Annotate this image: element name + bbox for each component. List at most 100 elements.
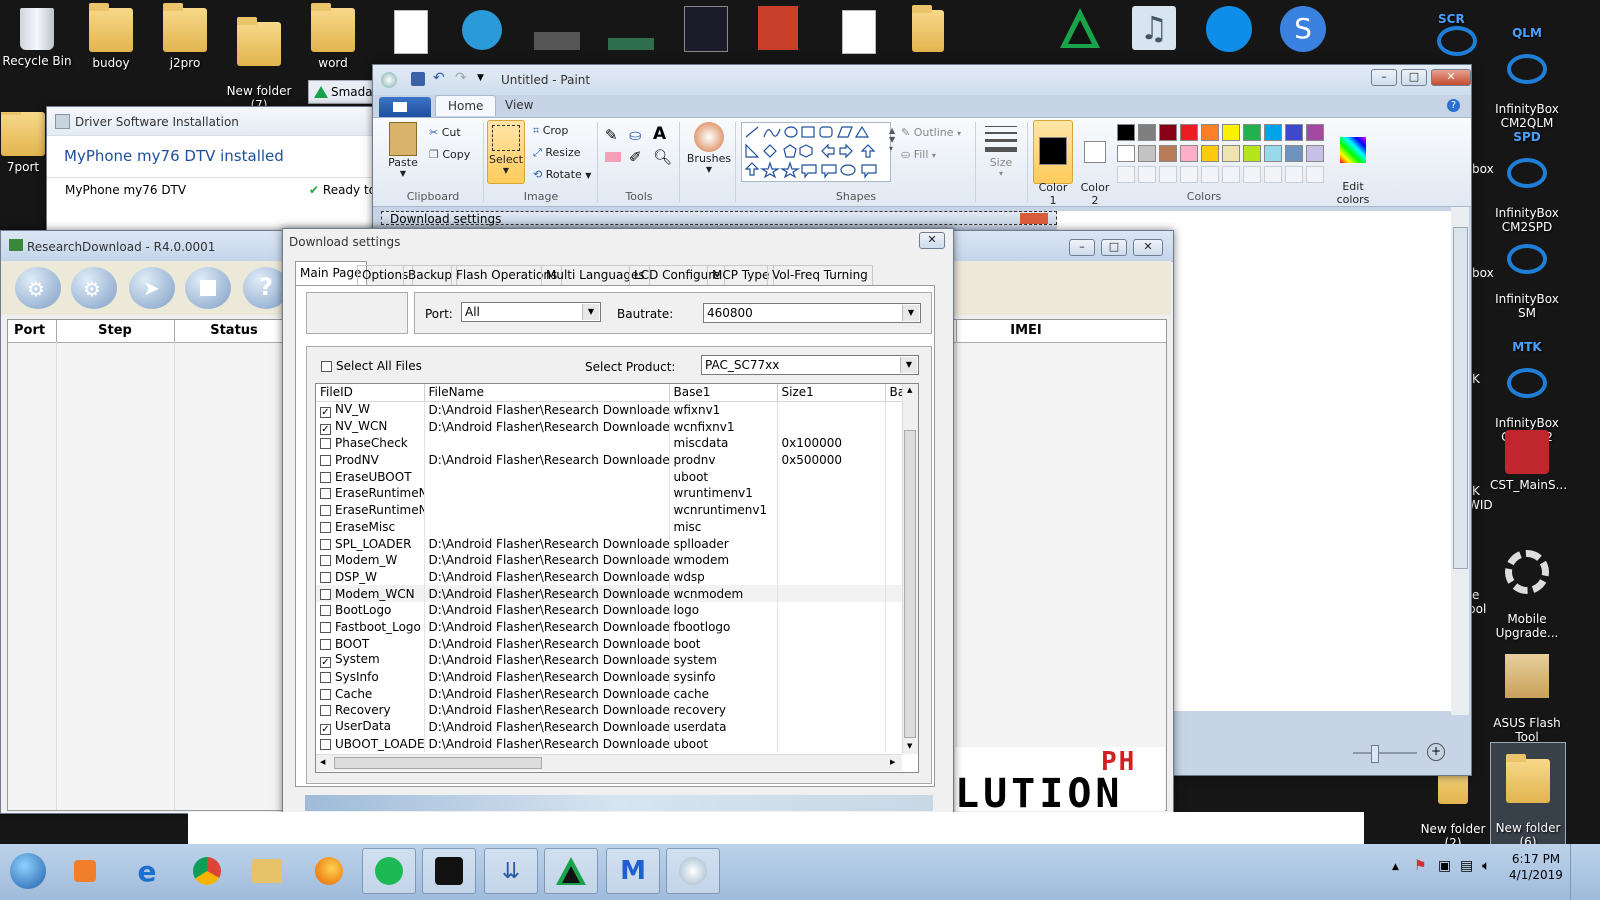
row-checkbox[interactable]: [320, 521, 331, 533]
desktop-icon-j2pro[interactable]: j2pro: [148, 3, 222, 70]
taskbar-malwarebytes[interactable]: M: [606, 848, 660, 894]
text-tool-icon[interactable]: A: [653, 124, 666, 144]
row-checkbox[interactable]: [320, 505, 331, 517]
row-checkbox[interactable]: ✓: [320, 724, 331, 736]
row-checkbox[interactable]: [320, 688, 331, 700]
undo-icon[interactable]: ↶: [433, 70, 445, 86]
row-checkbox[interactable]: [320, 621, 331, 633]
load-packet-button[interactable]: ⚙: [15, 267, 61, 309]
baudrate-select[interactable]: 460800 ▼: [703, 303, 921, 323]
clock[interactable]: 6:17 PM 4/1/2019: [1506, 851, 1566, 883]
table-row[interactable]: Cache D:\Android Flasher\Research Downloa…: [316, 685, 903, 703]
help-icon[interactable]: ?: [1447, 99, 1460, 112]
redo-icon[interactable]: ↷: [455, 70, 467, 86]
show-hidden-icons[interactable]: ▲: [1392, 862, 1399, 872]
brushes-button[interactable]: Brushes ▼: [685, 122, 733, 174]
table-row[interactable]: SysInfo D:\Android Flasher\Research Downl…: [316, 668, 903, 686]
paste-button[interactable]: Paste ▼: [383, 122, 423, 178]
scroll-down-icon[interactable]: ▼: [907, 742, 912, 750]
rotate-button[interactable]: ⟲ Rotate ▼: [533, 168, 591, 181]
color-swatch[interactable]: [1264, 124, 1282, 141]
table-row[interactable]: EraseRuntimeN... wruntimenv1: [316, 485, 903, 502]
image-thumbnail-icon[interactable]: [608, 38, 654, 50]
taskbar-smadav[interactable]: [544, 848, 598, 894]
color-swatch[interactable]: [1243, 145, 1261, 162]
column-filename[interactable]: FileName: [424, 384, 670, 402]
table-row[interactable]: ProdNV D:\Android Flasher\Research Downlo…: [316, 451, 903, 469]
row-checkbox[interactable]: [320, 571, 331, 583]
grid-horizontal-scrollbar[interactable]: ◀ ▶: [316, 754, 902, 771]
vertical-scrollbar[interactable]: [1451, 207, 1469, 715]
driver-install-titlebar[interactable]: Driver Software Installation: [47, 107, 387, 136]
table-row[interactable]: Fastboot_Logo D:\Android Flasher\Research…: [316, 618, 903, 636]
row-checkbox[interactable]: [320, 538, 331, 550]
teamviewer-icon[interactable]: [1206, 6, 1252, 52]
smart-switch-icon[interactable]: S: [1280, 6, 1326, 52]
image-thumbnail-icon[interactable]: [534, 32, 580, 50]
tab-backup[interactable]: Backup: [403, 265, 457, 286]
taskbar-spotify[interactable]: [362, 848, 416, 894]
table-row[interactable]: Recovery D:\Android Flasher\Research Down…: [316, 702, 903, 719]
taskbar-internet-explorer[interactable]: e: [120, 848, 174, 894]
tab-mcp-type[interactable]: MCP Type: [707, 265, 775, 286]
tab-main-page[interactable]: Main Page: [295, 261, 367, 286]
paint-menu-button[interactable]: [379, 97, 431, 117]
volume-icon[interactable]: 🔈︎: [1482, 858, 1490, 874]
taskbar-blackberry[interactable]: [422, 848, 476, 894]
color-swatch[interactable]: [1138, 145, 1156, 162]
color-swatch[interactable]: [1201, 124, 1219, 141]
download-settings-titlebar[interactable]: Download settings ✕: [283, 229, 953, 255]
file-grid[interactable]: FileID FileName Base1 Size1 Ba ✓ NV_W D:\A…: [315, 383, 919, 773]
smadav-icon[interactable]: [1058, 6, 1102, 50]
taskbar-chrome[interactable]: [180, 848, 234, 894]
magnifier-icon[interactable]: 🔍︎: [653, 148, 672, 166]
table-row[interactable]: EraseUBOOT uboot: [316, 468, 903, 486]
custom-color-slot[interactable]: [1243, 166, 1261, 183]
taskbar-file-explorer[interactable]: [240, 848, 294, 894]
column-fileid[interactable]: FileID: [316, 384, 425, 402]
column-imei[interactable]: IMEI: [956, 323, 1096, 338]
document-icon[interactable]: [394, 10, 428, 54]
tab-vol-freq-turning[interactable]: Vol-Freq Turning: [767, 265, 873, 286]
paint-titlebar[interactable]: ↶ ↷ ▼ Untitled - Paint – □ ✕: [373, 65, 1471, 95]
custom-color-slot[interactable]: [1201, 166, 1219, 183]
custom-color-slot[interactable]: [1306, 166, 1324, 183]
color-swatch[interactable]: [1285, 145, 1303, 162]
infinitybox-scr-icon-wrap[interactable]: [1420, 26, 1494, 60]
color-swatch[interactable]: [1306, 145, 1324, 162]
grid-vertical-scrollbar[interactable]: ▲ ▼: [902, 384, 918, 754]
desktop-icon-infinitybox-cm2spd[interactable]: SPD InfinityBox CM2SPD: [1490, 116, 1564, 248]
column-port[interactable]: Port: [8, 323, 56, 338]
color-swatch[interactable]: [1306, 124, 1324, 141]
port-select[interactable]: All ▼: [461, 302, 601, 322]
custom-color-slot[interactable]: [1117, 166, 1135, 183]
smadav-window-tab[interactable]: Smada: [308, 80, 378, 104]
row-checkbox[interactable]: [320, 605, 331, 617]
desktop-icon-budoy[interactable]: budoy: [74, 3, 148, 70]
color1-button[interactable]: Color 1: [1033, 120, 1073, 207]
zoom-thumb[interactable]: [1371, 745, 1379, 763]
color-swatch[interactable]: [1180, 145, 1198, 162]
document-icon[interactable]: [842, 10, 876, 54]
table-row[interactable]: EraseMisc misc: [316, 518, 903, 536]
tab-view[interactable]: View: [493, 95, 545, 115]
close-button[interactable]: ✕: [919, 232, 945, 249]
scrollbar-thumb[interactable]: [1453, 227, 1468, 569]
start-download-button[interactable]: ➤: [129, 267, 175, 309]
size-button[interactable]: Size ▾: [981, 122, 1021, 178]
stop-download-button[interactable]: [185, 267, 231, 309]
table-row[interactable]: UBOOT_LOADER D:\Android Flasher\Research …: [316, 735, 903, 753]
desktop-icon-recycle-bin[interactable]: Recycle Bin: [0, 8, 74, 68]
table-row[interactable]: ✓ NV_WCN D:\Android Flasher\Research Downl…: [316, 418, 903, 436]
row-checkbox[interactable]: [320, 555, 331, 567]
desktop-icon-infinitybox-sm[interactable]: InfinityBox SM: [1490, 230, 1564, 334]
pencil-icon[interactable]: ✎: [605, 126, 618, 144]
color-swatch[interactable]: [1264, 145, 1282, 162]
fill-bucket-icon[interactable]: ⛀: [629, 126, 642, 144]
color-swatch[interactable]: [1285, 124, 1303, 141]
crop-button[interactable]: ⌗ Crop: [533, 124, 568, 138]
network-icon[interactable]: ▤: [1460, 858, 1473, 874]
start-button[interactable]: [0, 848, 56, 894]
shapes-scroll-icon[interactable]: ▲ ▼ ▾: [889, 126, 895, 153]
row-checkbox[interactable]: [320, 455, 331, 467]
